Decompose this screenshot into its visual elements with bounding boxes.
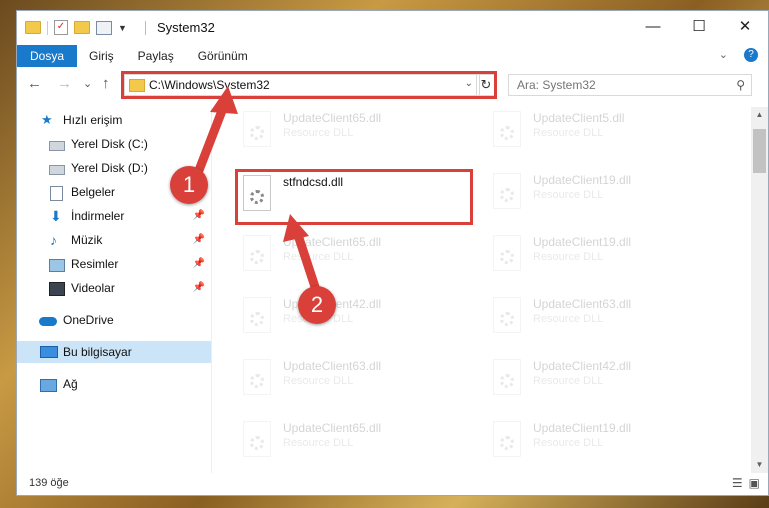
callout-badge-1: 1 <box>170 166 208 204</box>
arrow-1-shaft <box>191 98 230 183</box>
arrow-1-head <box>210 86 238 114</box>
arrow-2-head <box>283 214 309 242</box>
annotation-arrows <box>191 86 323 301</box>
callout-badge-2: 2 <box>298 286 336 324</box>
